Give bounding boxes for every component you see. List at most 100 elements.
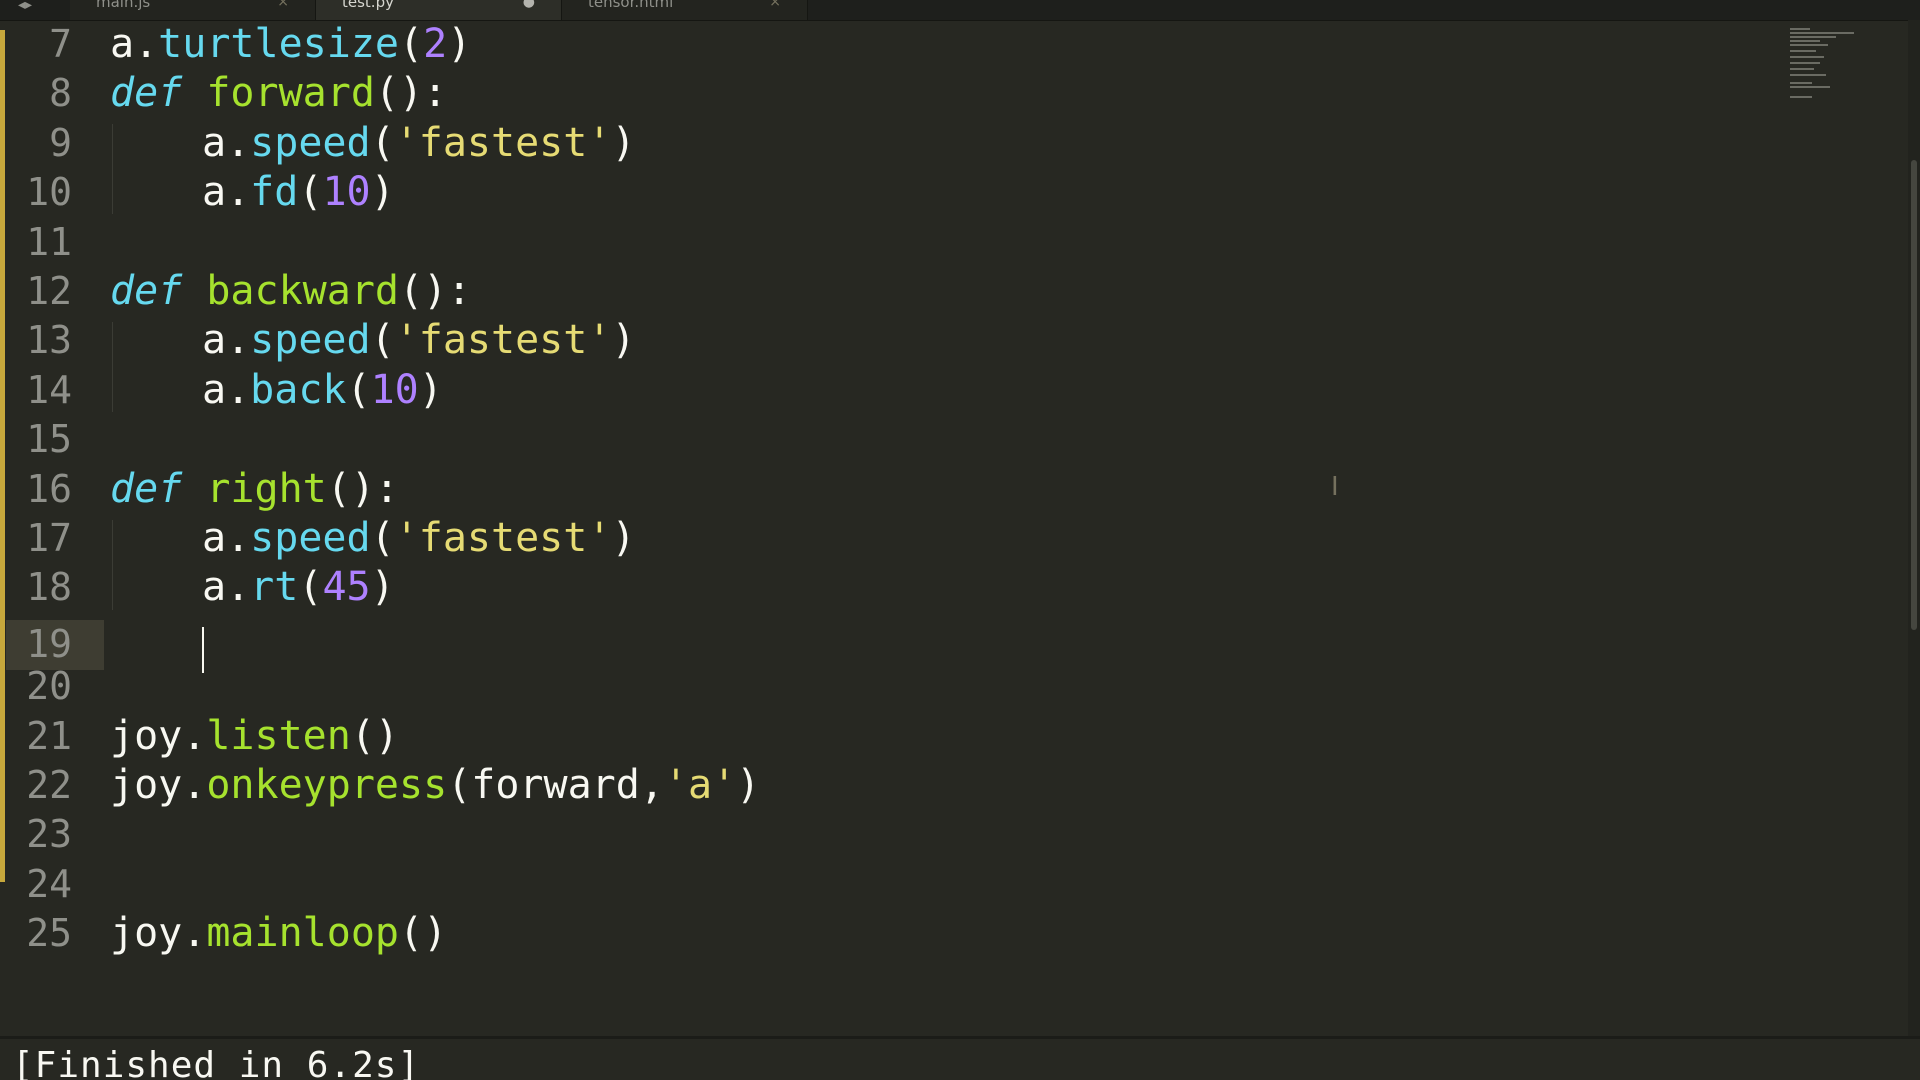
- string-literal: 'fastest': [394, 317, 612, 364]
- line-number: 10: [26, 170, 72, 215]
- code-token: a.: [202, 564, 251, 611]
- text-cursor-icon: I: [1331, 472, 1339, 502]
- number-literal: 45: [322, 564, 371, 611]
- minimap-line: [1790, 74, 1826, 76]
- code-token: ): [611, 119, 636, 166]
- code-token: joy.: [110, 712, 207, 759]
- code-token: a.: [202, 366, 251, 413]
- build-output-panel: [Finished in 6.2s]: [0, 1036, 1920, 1080]
- number-literal: 10: [322, 169, 371, 216]
- build-output-text: [Finished in 6.2s]: [12, 1045, 421, 1080]
- code-line-14: a.back(10): [202, 366, 443, 415]
- code-token: a.: [202, 119, 251, 166]
- line-number: 11: [26, 219, 72, 264]
- code-token: joy.: [110, 762, 207, 808]
- unsaved-dot-icon[interactable]: ●: [523, 0, 535, 10]
- code-token: (: [370, 119, 395, 166]
- line-number: 15: [26, 417, 72, 462]
- code-token: speed: [250, 317, 371, 364]
- code-line-8: def forward():: [110, 69, 447, 118]
- function-name: backward: [206, 268, 399, 314]
- code-token: joy.: [110, 910, 207, 957]
- number-literal: 10: [370, 366, 419, 413]
- code-token: ): [611, 515, 636, 561]
- code-token: a.: [202, 317, 251, 364]
- code-line-18: a.rt(45): [202, 563, 395, 612]
- code-line-17: a.speed('fastest'): [202, 514, 636, 563]
- code-token: (forward,: [447, 762, 664, 808]
- code-token: 2: [423, 21, 448, 67]
- string-literal: 'fastest': [394, 515, 612, 561]
- keyword-def: def: [110, 465, 183, 512]
- minimap-line: [1790, 40, 1820, 42]
- code-line-10: a.fd(10): [202, 168, 395, 217]
- line-number: 13: [26, 318, 72, 363]
- editor-window: ◂▸ main.js × test.py ● tensor.html × 7 8…: [0, 0, 1920, 1080]
- code-token: (: [370, 317, 395, 364]
- minimap-line: [1790, 28, 1810, 30]
- scrollbar-thumb[interactable]: [1911, 160, 1917, 630]
- code-line-16: def right():: [110, 465, 399, 514]
- code-line-22: joy.onkeypress(forward,'a'): [110, 761, 760, 810]
- keyword-def: def: [110, 70, 183, 117]
- line-number: 7: [49, 22, 72, 66]
- code-token: ): [370, 564, 395, 611]
- code-token: mainloop: [206, 910, 399, 957]
- line-number: 23: [26, 812, 72, 857]
- function-name: forward: [206, 70, 375, 117]
- keyword-def: def: [110, 268, 183, 314]
- line-number: 24: [26, 861, 72, 906]
- line-number: 9: [49, 120, 72, 165]
- code-token: speed: [250, 515, 371, 561]
- code-token: listen: [206, 712, 351, 759]
- minimap-line: [1790, 96, 1812, 98]
- code-token: a.: [202, 169, 251, 216]
- line-number: 17: [26, 516, 72, 560]
- line-number: 21: [26, 713, 72, 758]
- code-token: rt: [250, 564, 299, 611]
- code-token: (): [350, 712, 399, 759]
- minimap[interactable]: [1790, 28, 1880, 103]
- minimap-line: [1790, 62, 1820, 64]
- minimap-line: [1790, 82, 1812, 84]
- line-number: 16: [26, 466, 72, 511]
- vertical-scrollbar[interactable]: [1908, 20, 1920, 1036]
- code-token: ():: [326, 465, 400, 512]
- minimap-line: [1790, 68, 1814, 70]
- line-number: 22: [26, 763, 72, 807]
- tab-label: tensor.html: [588, 0, 674, 11]
- code-line-7: a.turtlesize(2): [110, 20, 471, 69]
- code-line-9: a.speed('fastest'): [202, 119, 636, 168]
- tab-bar: ◂▸ main.js × test.py ● tensor.html ×: [0, 0, 1920, 21]
- close-icon[interactable]: ×: [277, 0, 289, 10]
- tab-main-js[interactable]: main.js ×: [70, 0, 316, 20]
- code-token: (: [370, 515, 395, 561]
- code-token: speed: [250, 119, 371, 166]
- tab-test-py[interactable]: test.py ●: [316, 0, 562, 20]
- code-token: ): [370, 169, 395, 216]
- tab-label: main.js: [96, 0, 151, 11]
- line-number: 20: [26, 664, 72, 709]
- string-literal: 'fastest': [394, 119, 612, 166]
- string-literal: 'a': [663, 762, 737, 808]
- code-token: ): [418, 366, 443, 413]
- code-token: turtlesize: [158, 21, 399, 67]
- line-number: 18: [26, 565, 72, 610]
- code-editor[interactable]: 7 8 9 10 11 12 13 14 15 16 17 18 19 20 2…: [0, 20, 1910, 1036]
- code-line-12: def backward():: [110, 267, 471, 316]
- code-token: (): [398, 910, 448, 957]
- code-token: back: [250, 366, 347, 413]
- minimap-line: [1790, 50, 1816, 52]
- close-icon[interactable]: ×: [769, 0, 781, 10]
- code-token: ): [611, 317, 636, 364]
- code-token: (: [298, 564, 323, 611]
- code-token: ): [447, 21, 472, 67]
- code-token: (: [399, 21, 424, 67]
- tab-navigation-arrows-icon[interactable]: ◂▸: [18, 0, 58, 20]
- minimap-line: [1790, 44, 1828, 46]
- minimap-line: [1790, 56, 1824, 58]
- tab-tensor-html[interactable]: tensor.html ×: [562, 0, 808, 20]
- code-token: (: [298, 169, 323, 216]
- minimap-line: [1790, 36, 1836, 38]
- code-token: ): [736, 762, 761, 808]
